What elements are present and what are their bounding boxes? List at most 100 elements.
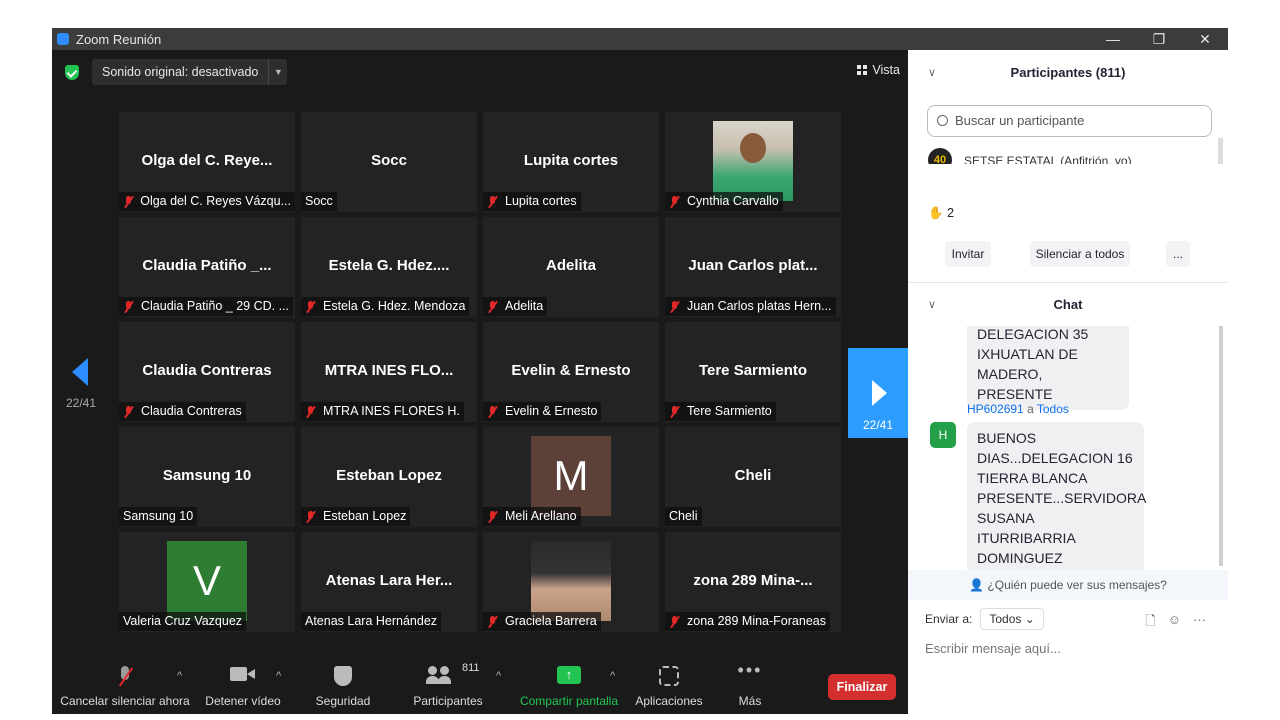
participants-scrollbar[interactable]	[1218, 138, 1223, 164]
tile-display-name: Samsung 10	[162, 467, 252, 484]
participant-tile[interactable]: Esteban Lopez Esteban Lopez	[301, 427, 477, 527]
tile-display-name: MTRA INES FLO...	[324, 362, 454, 379]
tile-name-label: Adelita	[483, 297, 548, 316]
page-indicator-right: 22/41	[863, 418, 894, 432]
previous-page-button[interactable]: 22/41	[52, 348, 110, 438]
share-screen-button[interactable]: ↑ Compartir pantalla	[518, 656, 620, 714]
participant-tile[interactable]: Cheli Cheli	[665, 427, 841, 527]
restore-button[interactable]: ❐	[1136, 28, 1182, 50]
send-to-row: Enviar a: Todos ⌄	[925, 608, 1044, 630]
participants-more-button[interactable]: ...	[1166, 241, 1190, 267]
minimize-button[interactable]: —	[1090, 28, 1136, 50]
share-options-caret-icon[interactable]: ^	[610, 670, 615, 682]
participant-tile[interactable]: Adelita Adelita	[483, 217, 659, 317]
tile-name-label: Juan Carlos platas Hern...	[665, 297, 836, 316]
mute-all-button[interactable]: Silenciar a todos	[1030, 241, 1130, 267]
collapse-participants-chevron-icon[interactable]: ∨	[928, 50, 936, 96]
view-button[interactable]: Vista	[857, 63, 900, 77]
more-options-icon[interactable]: ···	[1193, 612, 1206, 634]
participant-tile[interactable]: Samsung 10 Samsung 10	[119, 427, 295, 527]
more-button[interactable]: ••• Más	[728, 656, 772, 714]
participant-tile[interactable]: Olga del C. Reye... Olga del C. Reyes Váz…	[119, 112, 295, 212]
participant-search-input[interactable]: Buscar un participante	[927, 105, 1212, 137]
next-page-button[interactable]: 22/41	[848, 348, 908, 438]
title-bar: Zoom Reunión — ❐ ✕	[52, 28, 1228, 50]
close-button[interactable]: ✕	[1182, 28, 1228, 50]
participant-tile[interactable]: Socc Socc	[301, 112, 477, 212]
arrow-right-icon[interactable]	[872, 380, 887, 406]
chevron-down-icon[interactable]: ▼	[269, 67, 287, 77]
tile-name-label: Olga del C. Reyes Vázqu...	[119, 192, 295, 211]
send-to-dropdown[interactable]: Todos ⌄	[980, 608, 1044, 630]
video-options-caret-icon[interactable]: ^	[276, 670, 281, 682]
tile-name-text: Cynthia Carvallo	[687, 194, 779, 208]
tile-name-text: Valeria Cruz Vazquez	[123, 614, 243, 628]
original-sound-label[interactable]: Sonido original: desactivado	[92, 59, 270, 85]
end-meeting-button[interactable]: Finalizar	[828, 674, 896, 700]
participant-row-host[interactable]: 40 SETSE ESTATAL (Anfitrión, yo)	[928, 148, 1218, 164]
page-indicator-left: 22/41	[66, 396, 97, 410]
tile-name-label: MTRA INES FLORES H.	[301, 402, 464, 421]
tile-display-name: Socc	[371, 152, 407, 169]
participants-icon[interactable]	[426, 666, 452, 684]
participant-tile[interactable]: Evelin & Ernesto Evelin & Ernesto	[483, 322, 659, 422]
stop-video-button[interactable]: Detener vídeo	[202, 656, 284, 714]
tile-display-name: Cheli	[734, 467, 772, 484]
who-can-see-label: ¿Quién puede ver sus mensajes?	[987, 578, 1167, 592]
tile-name-label: Claudia Patiño _ 29 CD. ...	[119, 297, 293, 316]
participant-tile[interactable]: Claudia Patiño _... Claudia Patiño _ 29 C…	[119, 217, 295, 317]
send-to-label: Enviar a:	[925, 612, 973, 626]
tile-name-label: Cynthia Carvallo	[665, 192, 783, 211]
host-name: SETSE ESTATAL (Anfitrión, yo)	[964, 154, 1132, 164]
tile-name-text: Graciela Barrera	[505, 614, 597, 628]
collapse-chat-chevron-icon[interactable]: ∨	[928, 282, 936, 328]
microphone-muted-icon	[487, 510, 497, 523]
participant-tile[interactable]: Atenas Lara Her... Atenas Lara Hernández	[301, 532, 477, 632]
unmute-button[interactable]: Cancelar silenciar ahora	[60, 656, 190, 714]
microphone-muted-icon[interactable]	[117, 666, 133, 688]
participant-tile[interactable]: Graciela Barrera	[483, 532, 659, 632]
security-shield-icon[interactable]	[334, 666, 352, 686]
participant-tile[interactable]: Juan Carlos plat... Juan Carlos platas He…	[665, 217, 841, 317]
who-can-see-link[interactable]: 👤 ¿Quién puede ver sus mensajes?	[908, 570, 1228, 600]
encryption-shield-icon[interactable]	[65, 65, 79, 80]
apps-icon[interactable]	[659, 666, 679, 686]
chat-recipient[interactable]: Todos	[1037, 402, 1069, 416]
tile-name-label: Esteban Lopez	[301, 507, 411, 526]
security-button[interactable]: Seguridad	[310, 656, 376, 714]
security-label: Seguridad	[315, 694, 371, 708]
participant-tile[interactable]: Claudia Contreras Claudia Contreras	[119, 322, 295, 422]
chat-sender-name[interactable]: HP602691	[967, 402, 1024, 416]
participant-tile[interactable]: MTRA INES FLO... MTRA INES FLORES H.	[301, 322, 477, 422]
search-placeholder: Buscar un participante	[955, 113, 1085, 128]
chat-scrollbar[interactable]	[1219, 326, 1223, 566]
participant-tile[interactable]: zona 289 Mina-... zona 289 Mina-Foraneas	[665, 532, 841, 632]
participant-tile[interactable]: Lupita cortes Lupita cortes	[483, 112, 659, 212]
audio-options-caret-icon[interactable]: ^	[177, 670, 182, 682]
microphone-muted-icon	[123, 405, 133, 418]
arrow-left-icon[interactable]	[72, 358, 88, 386]
participant-tile[interactable]: Estela G. Hdez.... Estela G. Hdez. Mendoz…	[301, 217, 477, 317]
chat-message-input[interactable]: Escribir mensaje aquí...	[925, 641, 1061, 656]
participant-tile[interactable]: V Valeria Cruz Vazquez	[119, 532, 295, 632]
raised-hand-icon: ✋	[928, 206, 944, 220]
tile-display-name: Olga del C. Reye...	[141, 152, 273, 169]
emoji-icon[interactable]: ☺	[1168, 612, 1181, 634]
window-title: Zoom Reunión	[76, 31, 162, 47]
more-dots-icon[interactable]: •••	[738, 660, 763, 681]
invite-button[interactable]: Invitar	[945, 241, 991, 267]
participant-tile[interactable]: Cynthia Carvallo	[665, 112, 841, 212]
share-screen-arrow-icon[interactable]: ↑	[557, 666, 581, 684]
file-icon[interactable]: 🗋	[1145, 612, 1155, 634]
original-sound-dropdown[interactable]: Sonido original: desactivado ▼	[92, 59, 288, 85]
participants-options-caret-icon[interactable]: ^	[496, 670, 501, 682]
participant-tile[interactable]: M Meli Arellano	[483, 427, 659, 527]
tile-name-label: Atenas Lara Hernández	[301, 612, 442, 631]
tile-name-text: Adelita	[505, 299, 544, 313]
video-camera-icon[interactable]	[230, 666, 256, 682]
stop-video-label: Detener vídeo	[205, 694, 281, 708]
apps-button[interactable]: Aplicaciones	[632, 656, 706, 714]
participant-tile[interactable]: Tere Sarmiento Tere Sarmiento	[665, 322, 841, 422]
share-screen-label: Compartir pantalla	[519, 694, 619, 708]
participants-button[interactable]: 811 Participantes	[410, 656, 486, 714]
